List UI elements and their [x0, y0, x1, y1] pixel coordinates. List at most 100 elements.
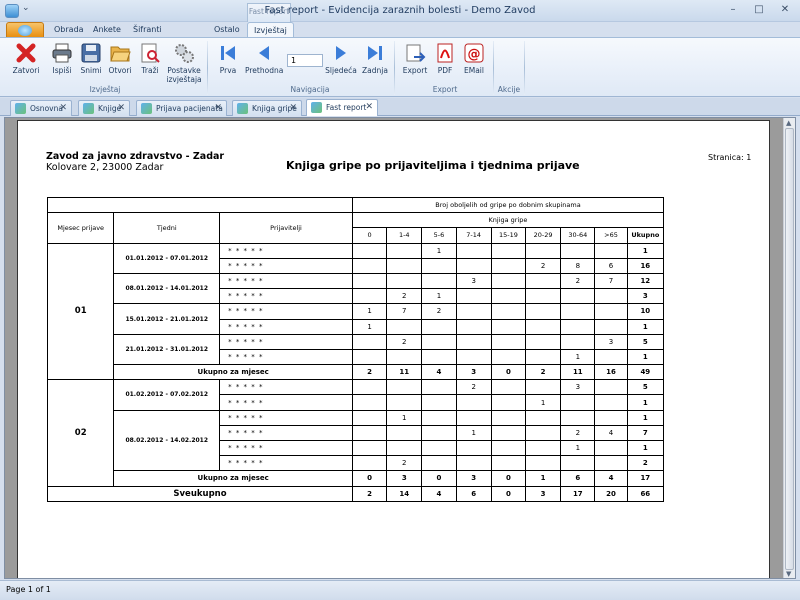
value-cell — [386, 348, 423, 366]
pdf-button[interactable]: PDF — [433, 42, 457, 75]
reporter-cell: * * * * * — [219, 394, 353, 411]
value-cell — [455, 318, 492, 335]
subtotal-cell: 2 — [351, 364, 388, 381]
value-cell — [594, 379, 628, 396]
doc-tab-knjige[interactable]: Knjige ✕ — [78, 100, 130, 116]
value-cell: 2 — [626, 455, 665, 472]
page-number-input[interactable]: 1 — [287, 54, 323, 67]
previous-page-button[interactable]: Prethodna — [245, 42, 283, 75]
tab-close-icon[interactable]: ✕ — [59, 103, 67, 113]
export-button[interactable]: Export — [401, 42, 429, 75]
header-age-group: 5-6 — [421, 227, 457, 244]
month-cell: 01 — [46, 242, 115, 381]
print-button[interactable]: Ispiši — [50, 42, 74, 75]
grand-total-row: Sveukupno 2 14 4 6 0 3 17 20 66 — [47, 485, 665, 502]
tab-close-icon[interactable]: ✕ — [289, 103, 297, 113]
vertical-scrollbar[interactable]: ▲ ▼ — [783, 118, 795, 578]
value-cell — [386, 439, 423, 457]
tab-obrada[interactable]: Obrada — [54, 25, 84, 34]
report-viewer[interactable]: Zavod za javno zdravstvo - Zadar Kolovar… — [4, 117, 796, 579]
scroll-thumb[interactable] — [785, 128, 794, 570]
value-cell — [524, 455, 562, 472]
header-age-group: 15-19 — [490, 227, 527, 244]
close-window-button[interactable]: ✕ — [776, 3, 794, 17]
doc-tab-fast-report[interactable]: Fast report ✕ — [306, 99, 378, 116]
subtotal-cell: 17 — [626, 470, 665, 487]
table-row: 01 01.01.2012 - 07.01.2012 * * * * * 1 1 — [46, 242, 665, 381]
group-label-akcije: Akcije — [497, 85, 521, 94]
value-cell — [455, 303, 492, 320]
group-label-izvjestaj: Izvještaj — [89, 85, 121, 94]
folder-open-icon — [110, 46, 131, 62]
reporter-cell: * * * * * — [219, 242, 353, 259]
report-settings-button[interactable]: Postavke izvještaja — [166, 42, 202, 84]
save-button[interactable]: Snimi — [79, 42, 103, 75]
value-cell — [490, 288, 527, 305]
open-button[interactable]: Otvori — [107, 42, 133, 75]
value-cell — [351, 455, 388, 472]
table-row: 08.02.2012 - 14.02.2012 * * * * * 1 1 — [48, 409, 665, 472]
subtotal-cell: 3 — [455, 364, 492, 381]
scroll-up-icon[interactable]: ▲ — [786, 119, 791, 127]
value-cell — [421, 333, 457, 350]
maximize-button[interactable]: □ — [750, 3, 768, 17]
value-cell — [490, 409, 527, 426]
value-cell — [594, 394, 628, 411]
title-bar: ⌄ Fast report Fast report - Evidencija z… — [0, 0, 800, 22]
tab-ostalo[interactable]: Ostalo — [214, 25, 240, 34]
last-page-button[interactable]: Zadnja — [361, 42, 389, 75]
gears-icon — [175, 44, 194, 63]
search-document-icon — [141, 43, 160, 63]
report-page: Zavod za javno zdravstvo - Zadar Kolovar… — [17, 120, 770, 578]
value-cell — [455, 394, 492, 411]
value-cell: 3 — [594, 333, 628, 350]
first-page-button[interactable]: Prva — [216, 42, 240, 75]
month-cell: 02 — [46, 379, 115, 487]
value-cell: 7 — [386, 303, 423, 320]
tab-icon — [83, 103, 94, 114]
week-cell: 01.01.2012 - 07.01.2012 — [113, 242, 221, 274]
ribbon-tab-row: Obrada Ankete Šifranti Ostalo Izvještaj — [0, 22, 800, 39]
tab-sifranti[interactable]: Šifranti — [133, 25, 162, 34]
value-cell — [560, 318, 596, 335]
tab-ankete[interactable]: Ankete — [93, 25, 121, 34]
application-menu-button[interactable] — [6, 22, 44, 38]
minimize-button[interactable]: – — [724, 3, 742, 17]
subtotal-cell: 3 — [386, 470, 423, 487]
value-cell — [351, 288, 388, 305]
week-cell: 08.01.2012 - 14.01.2012 — [113, 272, 221, 305]
value-cell — [455, 257, 492, 274]
grand-total-cell: 6 — [455, 485, 492, 502]
value-cell: 2 — [455, 379, 492, 396]
tab-close-icon[interactable]: ✕ — [117, 103, 125, 113]
group-separator — [493, 41, 494, 95]
value-cell: 2 — [560, 424, 596, 442]
next-page-button[interactable]: Sljedeća — [325, 42, 357, 75]
value-cell — [455, 288, 492, 305]
export-icon — [406, 44, 426, 62]
value-cell: 2 — [421, 303, 457, 320]
grand-total-cell: 20 — [594, 485, 628, 502]
tab-close-icon[interactable]: ✕ — [365, 102, 373, 112]
reporter-cell: * * * * * — [219, 379, 353, 396]
close-report-button[interactable]: Zatvori — [12, 42, 40, 75]
value-cell — [351, 333, 388, 350]
subtotal-cell: 0 — [351, 470, 388, 487]
email-button[interactable]: @ EMail — [461, 42, 487, 75]
tab-icon — [141, 103, 152, 114]
value-cell — [455, 348, 492, 366]
subtotal-cell: 1 — [524, 470, 562, 487]
value-cell: 1 — [421, 242, 457, 259]
find-button[interactable]: Traži — [138, 42, 162, 75]
doc-tab-osnovna[interactable]: Osnovna ✕ — [10, 100, 72, 116]
value-cell: 1 — [626, 394, 665, 411]
tab-close-icon[interactable]: ✕ — [214, 103, 222, 113]
doc-tab-prijava-pacijenata[interactable]: Prijava pacijenata ✕ — [136, 100, 227, 116]
value-cell — [421, 257, 457, 274]
scroll-down-icon[interactable]: ▼ — [786, 570, 791, 578]
value-cell — [490, 455, 527, 472]
grand-total-cell: 2 — [351, 485, 388, 502]
doc-tab-knjiga-gripe[interactable]: Knjiga gripe ✕ — [232, 100, 302, 116]
printer-icon — [52, 43, 72, 63]
subtotal-cell: 4 — [594, 470, 628, 487]
